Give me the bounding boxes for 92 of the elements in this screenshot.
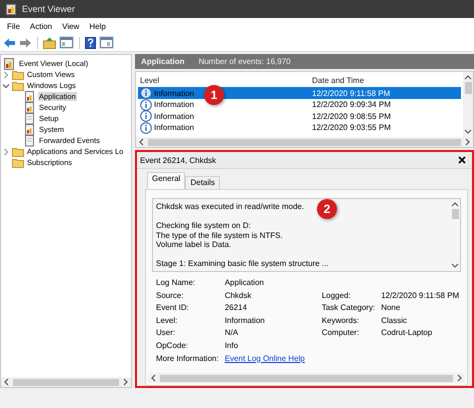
- scroll-left-icon: [138, 137, 146, 147]
- date-cell-text: 12/2/2020 9:09:34 PM: [312, 100, 392, 109]
- horizontal-scrollbar[interactable]: [1, 377, 131, 387]
- folder-up-icon[interactable]: [43, 36, 56, 48]
- event-title: Event 26214, Chkdsk: [140, 156, 216, 164]
- field-label: Level:: [156, 316, 178, 325]
- event-row[interactable]: Information 12/2/2020 9:03:55 PM: [138, 122, 461, 133]
- log-icon: [24, 90, 36, 102]
- level-cell: Information: [154, 88, 194, 98]
- tab[interactable]: General: [147, 172, 186, 189]
- field-label: OpCode:: [156, 340, 190, 350]
- field-label: Task Category:: [322, 303, 376, 312]
- tab[interactable]: Details: [185, 176, 220, 189]
- collapse-caret-icon[interactable]: [2, 82, 10, 90]
- date-cell-text: 12/2/2020 9:11:58 PM: [312, 88, 392, 98]
- folder-icon: [12, 156, 24, 168]
- action-pane-icon[interactable]: [100, 37, 113, 48]
- scrollbar-thumb[interactable]: [452, 209, 458, 219]
- log-icon: [24, 102, 36, 114]
- menu-item[interactable]: View: [57, 22, 84, 30]
- scroll-down-icon: [451, 263, 459, 269]
- field-value: Info: [224, 340, 240, 350]
- field-value: Classic: [381, 316, 408, 325]
- scroll-left-icon: [3, 377, 11, 387]
- console-tree-icon[interactable]: [60, 37, 73, 48]
- event-message: Chkdsk was executed in read/write mode.: [156, 202, 304, 212]
- field-value: Chkdsk: [224, 290, 252, 300]
- event-message: Checking file system on D: The type of the file system is NTFS. Volume label is Data.: [156, 221, 283, 250]
- field-label: Log Name:: [156, 278, 196, 287]
- folder-icon: [12, 68, 24, 80]
- info-icon: [140, 98, 152, 110]
- log-icon: [24, 134, 36, 146]
- event-message: Stage 1: Examining basic file system structure ...: [156, 259, 329, 268]
- event-count: Number of events: 16,970: [198, 57, 291, 66]
- column-header[interactable]: Level: [140, 76, 312, 84]
- level-cell: Information: [154, 123, 194, 132]
- log-name: Application: [141, 57, 185, 66]
- field-value: 26214: [224, 303, 248, 312]
- field-value: Codrut-Laptop: [381, 328, 434, 338]
- info-icon: [140, 110, 152, 122]
- scroll-right-icon: [455, 373, 463, 383]
- column-header[interactable]: Date and Time: [312, 76, 461, 84]
- field-value: None: [381, 303, 402, 312]
- help-icon[interactable]: [85, 36, 96, 48]
- scroll-right-icon: [463, 137, 471, 147]
- event-row[interactable]: Information 12/2/2020 9:08:55 PM: [138, 110, 461, 122]
- field-label: Keywords:: [322, 316, 360, 325]
- scroll-right-icon: [121, 377, 129, 387]
- field-value: 12/2/2020 9:11:58 PM: [381, 290, 460, 300]
- menu-item[interactable]: Action: [24, 22, 58, 30]
- scrollbar-thumb[interactable]: [464, 82, 472, 94]
- log-icon: [24, 124, 36, 136]
- back-icon[interactable]: [3, 36, 16, 48]
- horizontal-scrollbar[interactable]: [148, 373, 465, 383]
- level-cell: Information: [154, 112, 194, 120]
- field-value: Information: [224, 316, 266, 325]
- scrollbar-thumb[interactable]: [160, 374, 453, 382]
- field-label: Logged:: [322, 290, 352, 300]
- field-label: User:: [156, 328, 176, 338]
- info-icon: [140, 87, 152, 99]
- window-title: Event Viewer: [22, 4, 75, 14]
- app-icon: [6, 4, 16, 14]
- date-cell-text: 12/2/2020 9:08:55 PM: [312, 112, 392, 120]
- log-icon: [24, 112, 36, 124]
- scroll-left-icon: [150, 373, 158, 383]
- expand-caret-icon[interactable]: [2, 148, 10, 156]
- help-link[interactable]: Event Log Online Help: [224, 354, 305, 363]
- scroll-down-icon: [464, 129, 472, 135]
- folder-icon: [12, 146, 24, 158]
- field-value: N/A: [224, 328, 240, 338]
- scroll-up-icon: [464, 74, 472, 80]
- level-cell: Information: [154, 100, 194, 109]
- date-cell-text: 12/2/2020 9:03:55 PM: [312, 123, 392, 132]
- callout-badge: 1: [204, 85, 224, 105]
- horizontal-scrollbar[interactable]: [136, 137, 473, 147]
- scrollbar-thumb[interactable]: [148, 138, 461, 146]
- field-label: Source:: [156, 290, 185, 300]
- field-value: Application: [224, 278, 265, 287]
- field-label: More Information:: [156, 354, 220, 363]
- scrollbar-thumb[interactable]: [13, 378, 119, 386]
- computer-log-icon: [4, 58, 16, 70]
- scroll-up-icon: [451, 201, 459, 207]
- expand-caret-icon[interactable]: [2, 70, 10, 78]
- folder-icon: [12, 80, 24, 92]
- field-label: Event ID:: [156, 303, 190, 312]
- vertical-scrollbar[interactable]: [463, 72, 473, 137]
- field-label: Computer:: [322, 328, 360, 338]
- forward-icon[interactable]: [19, 36, 32, 48]
- close-icon[interactable]: [458, 156, 466, 164]
- info-icon: [140, 122, 152, 134]
- menu-item[interactable]: File: [2, 22, 25, 30]
- menu-item[interactable]: Help: [84, 22, 111, 30]
